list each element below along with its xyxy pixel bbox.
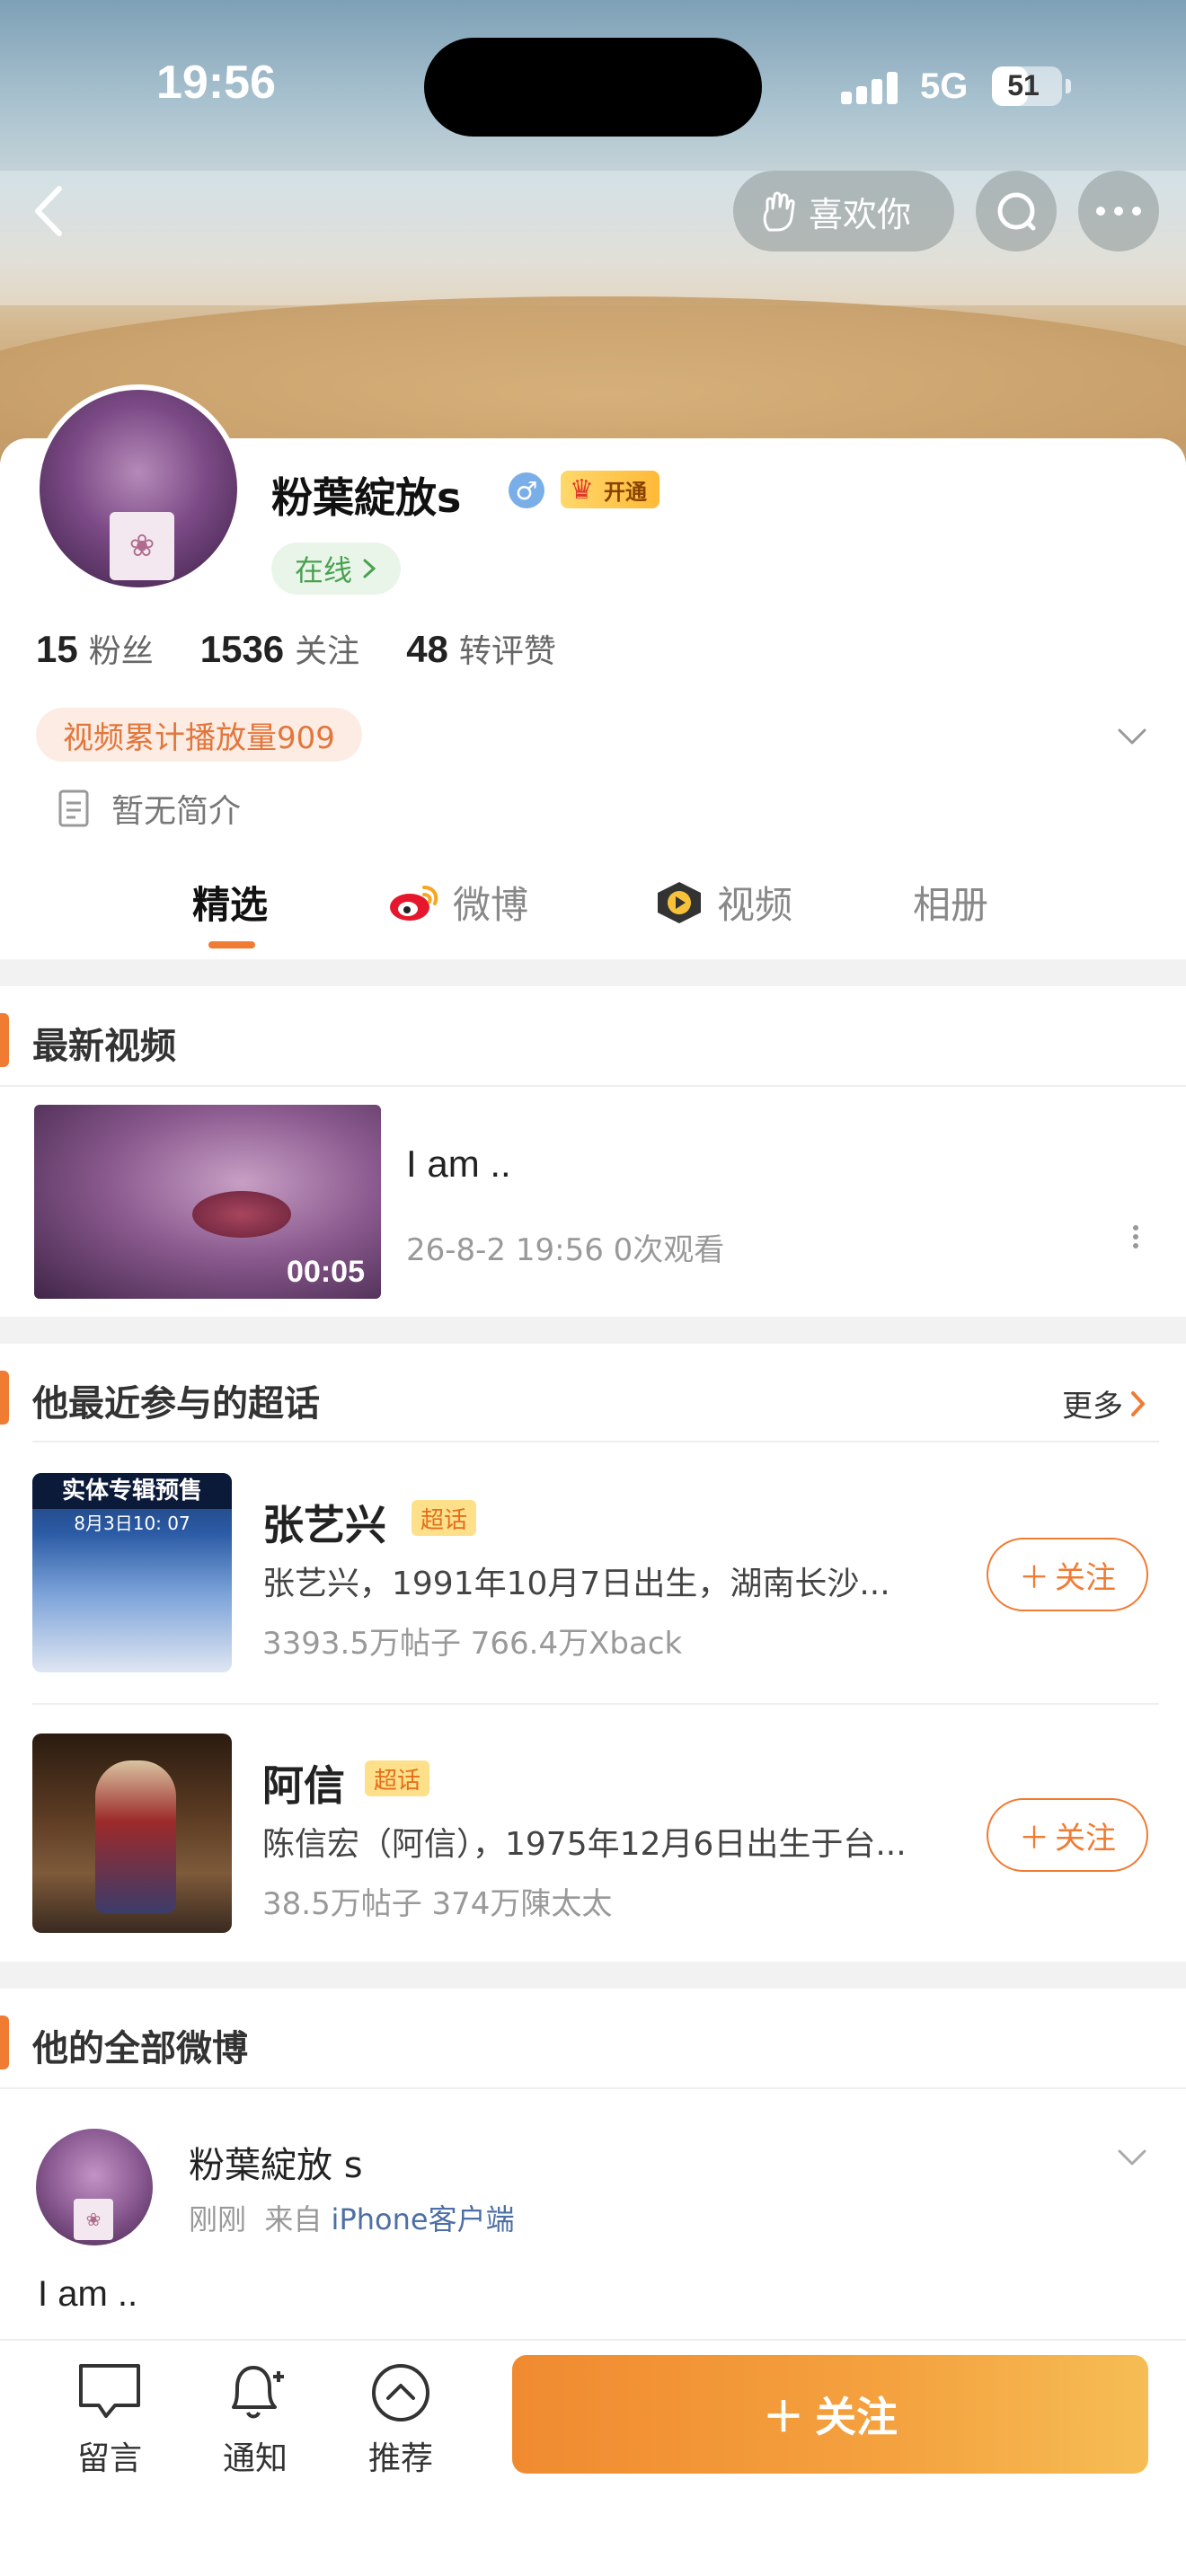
notify-button[interactable]: 通知 bbox=[201, 2359, 309, 2479]
video-meta: 26-8-2 19:56 0次观看 bbox=[406, 1232, 725, 1268]
section-divider bbox=[0, 1962, 1186, 1989]
plus-icon: ＋ bbox=[1019, 1820, 1049, 1857]
super-topics-more-link[interactable]: 更多 bbox=[1062, 1381, 1146, 1425]
chevron-down-icon bbox=[1118, 2149, 1146, 2166]
video-duration: 00:05 bbox=[287, 1255, 365, 1289]
topic-name[interactable]: 张艺兴 bbox=[262, 1493, 386, 1552]
gender-male-icon: ♂ bbox=[509, 472, 544, 508]
topic-image-banner: 实体专辑预售 bbox=[32, 1473, 232, 1509]
message-button[interactable]: 留言 bbox=[56, 2359, 164, 2479]
like-you-label: 喜欢你 bbox=[809, 194, 912, 234]
chevron-right-icon bbox=[1131, 1390, 1145, 1416]
dynamic-island bbox=[424, 38, 762, 137]
super-topic-tag: 超话 bbox=[412, 1500, 477, 1536]
recommend-icon bbox=[372, 2364, 429, 2422]
tab-video[interactable]: 视频 bbox=[654, 875, 792, 930]
all-posts-title: 他的全部微博 bbox=[32, 2028, 248, 2069]
bell-plus-icon bbox=[232, 2366, 284, 2419]
hand-like-icon bbox=[763, 191, 795, 232]
section-divider bbox=[0, 1317, 1186, 1344]
profile-stats: 15 粉丝 1536 关注 48 转评赞 bbox=[36, 625, 556, 672]
chevron-right-icon bbox=[363, 559, 376, 578]
status-time: 19:56 bbox=[156, 57, 276, 109]
section-accent-bar bbox=[0, 1013, 9, 1067]
post-source[interactable]: iPhone客户端 bbox=[332, 2202, 515, 2236]
super-topic-tag: 超话 bbox=[365, 1760, 430, 1796]
plus-icon: ＋ bbox=[763, 2393, 804, 2441]
profile-intro: 暂无简介 bbox=[56, 785, 241, 832]
post-meta: 刚刚 来自 iPhone客户端 bbox=[189, 2202, 515, 2236]
super-topics-title: 他最近参与的超话 bbox=[32, 1383, 320, 1425]
video-title[interactable]: I am .. bbox=[406, 1142, 511, 1186]
video-thumbnail[interactable]: 00:05 bbox=[34, 1105, 381, 1299]
profile-name: 粉葉綻放s bbox=[271, 473, 462, 522]
network-type: 5G bbox=[920, 66, 969, 106]
status-bar: 19:56 5G 51 bbox=[0, 0, 1186, 171]
latest-videos-title: 最新视频 bbox=[32, 1026, 176, 1067]
tab-weibo[interactable]: 微博 bbox=[388, 875, 528, 930]
video-play-count-tag[interactable]: 视频累计播放量909 bbox=[36, 708, 362, 762]
bottom-action-bar: 留言 通知 推荐 ＋ 关注 bbox=[0, 2339, 1186, 2576]
tab-album[interactable]: 相册 bbox=[913, 875, 988, 930]
section-accent-bar bbox=[0, 2016, 9, 2069]
more-options-button[interactable] bbox=[1078, 171, 1159, 251]
chevron-down-icon bbox=[1118, 728, 1146, 745]
crown-icon: ♛ bbox=[570, 474, 594, 506]
topic-stats: 38.5万帖子 374万陳太太 bbox=[262, 1886, 613, 1922]
avatar-badge-icon: ❀ bbox=[74, 2199, 113, 2240]
stat-following[interactable]: 1536 关注 bbox=[200, 625, 359, 672]
intro-text: 暂无简介 bbox=[111, 793, 242, 830]
post-avatar[interactable]: ❀ bbox=[36, 2129, 153, 2245]
plus-icon: ＋ bbox=[1019, 1559, 1049, 1596]
expand-profile-button[interactable] bbox=[1114, 719, 1150, 754]
online-label: 在线 bbox=[295, 553, 353, 587]
video-more-icon[interactable] bbox=[1128, 1222, 1143, 1257]
divider bbox=[0, 1085, 1186, 1087]
follow-button[interactable]: ＋ 关注 bbox=[512, 2355, 1148, 2474]
topic-image[interactable] bbox=[32, 1734, 232, 1933]
avatar-badge-icon: ❀ bbox=[110, 512, 174, 580]
post-author[interactable]: 粉葉綻放 s bbox=[189, 2136, 363, 2188]
section-accent-bar bbox=[0, 1371, 9, 1425]
recommend-button[interactable]: 推荐 bbox=[347, 2359, 455, 2479]
search-icon bbox=[997, 192, 1036, 231]
topic-image[interactable]: 实体专辑预售 8月3日10: 07 bbox=[32, 1473, 232, 1672]
document-icon bbox=[58, 790, 89, 827]
topic-desc: 陈信宏（阿信），1975年12月6日出生于台... bbox=[262, 1826, 907, 1863]
profile-tabs: 精选 微博 视频 相册 bbox=[0, 866, 1186, 959]
follow-topic-button[interactable]: ＋关注 bbox=[987, 1798, 1148, 1872]
weibo-icon bbox=[390, 885, 438, 921]
search-button[interactable] bbox=[976, 171, 1057, 251]
active-tab-indicator bbox=[208, 941, 255, 948]
avatar[interactable]: ❀ bbox=[34, 384, 243, 593]
stat-reposts-comments-likes[interactable]: 48 转评赞 bbox=[406, 625, 556, 672]
signal-icon bbox=[841, 72, 898, 104]
divider bbox=[0, 2087, 1186, 2089]
topic-image-date: 8月3日10: 07 bbox=[74, 1513, 190, 1534]
back-button[interactable] bbox=[23, 180, 77, 243]
more-dots-icon bbox=[1096, 207, 1141, 216]
comment-icon bbox=[79, 2364, 140, 2418]
chevron-left-icon bbox=[35, 186, 62, 236]
like-you-button[interactable]: 喜欢你 bbox=[733, 171, 954, 251]
battery-level: 51 bbox=[1007, 69, 1040, 101]
post-options-button[interactable] bbox=[1114, 2139, 1150, 2175]
topic-stats: 3393.5万帖子 766.4万Xback bbox=[262, 1626, 683, 1662]
battery-icon: 51 bbox=[992, 66, 1071, 106]
topic-desc: 张艺兴，1991年10月7日出生，湖南长沙... bbox=[262, 1566, 890, 1602]
divider bbox=[32, 1441, 1159, 1442]
vip-open-button[interactable]: ♛ 开通 bbox=[561, 471, 659, 508]
online-status[interactable]: 在线 bbox=[271, 543, 402, 595]
post-text: I am .. bbox=[38, 2274, 138, 2314]
tab-featured[interactable]: 精选 bbox=[192, 875, 268, 930]
topic-name[interactable]: 阿信 bbox=[262, 1753, 345, 1813]
stat-fans[interactable]: 15 粉丝 bbox=[36, 625, 154, 672]
follow-topic-button[interactable]: ＋关注 bbox=[987, 1538, 1148, 1611]
vip-label: 开通 bbox=[604, 479, 647, 505]
video-channel-icon bbox=[658, 881, 701, 923]
divider bbox=[32, 1703, 1159, 1705]
section-divider bbox=[0, 959, 1186, 986]
